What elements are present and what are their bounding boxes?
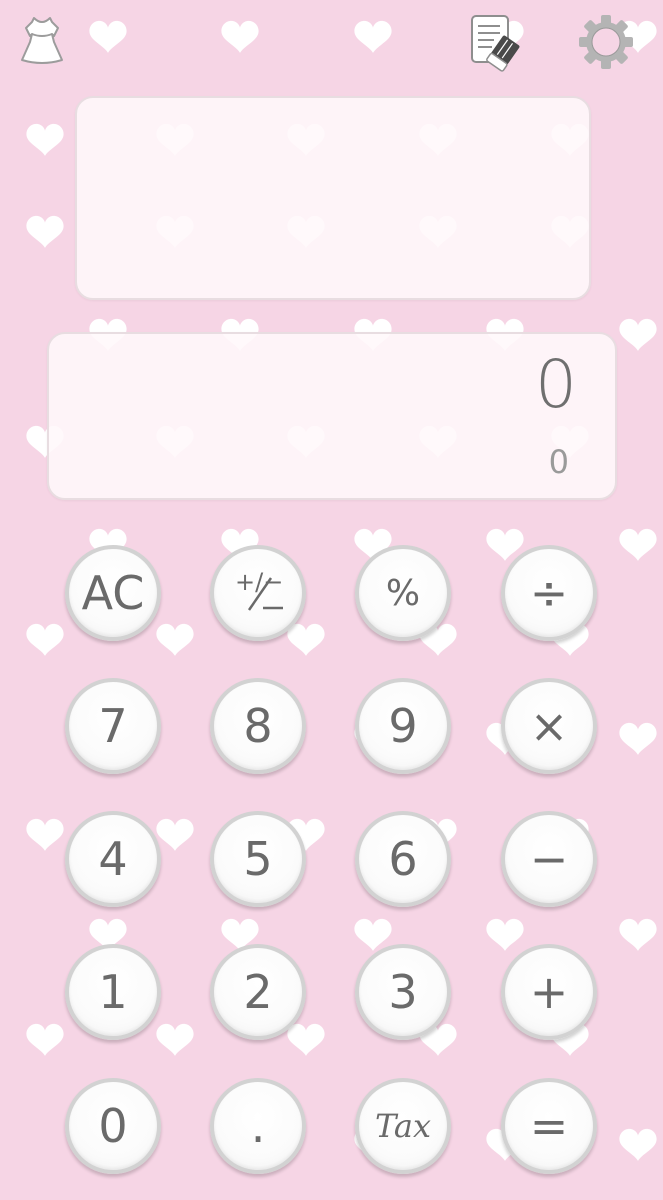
heart-decoration bbox=[26, 123, 64, 156]
heart-decoration bbox=[26, 818, 64, 851]
add-button[interactable]: + bbox=[501, 944, 597, 1040]
heart-decoration bbox=[89, 20, 127, 53]
heart-decoration bbox=[156, 818, 194, 851]
heart-decoration bbox=[221, 20, 259, 53]
heart-decoration bbox=[156, 623, 194, 656]
heart-decoration bbox=[619, 722, 657, 755]
clear-history-button[interactable] bbox=[462, 12, 520, 72]
heart-decoration bbox=[486, 918, 524, 951]
theme-dress-button[interactable] bbox=[14, 12, 70, 68]
subtract-button[interactable]: − bbox=[501, 811, 597, 907]
heart-decoration bbox=[619, 1128, 657, 1161]
display-sub-value: 0 bbox=[548, 443, 569, 481]
heart-decoration bbox=[619, 918, 657, 951]
divide-button[interactable]: ÷ bbox=[501, 545, 597, 641]
heart-decoration bbox=[287, 623, 325, 656]
heart-decoration bbox=[619, 528, 657, 561]
heart-decoration bbox=[619, 318, 657, 351]
display-panel: 0 0 bbox=[47, 332, 617, 500]
sign-toggle-button[interactable]: +/− bbox=[210, 545, 306, 641]
digit-8-button[interactable]: 8 bbox=[210, 678, 306, 774]
settings-button[interactable] bbox=[578, 14, 634, 70]
digit-0-button[interactable]: 0 bbox=[65, 1078, 161, 1174]
decimal-point-button[interactable]: . bbox=[210, 1078, 306, 1174]
heart-decoration bbox=[287, 1023, 325, 1056]
clear-button[interactable]: AC bbox=[65, 545, 161, 641]
digit-7-button[interactable]: 7 bbox=[65, 678, 161, 774]
digit-3-button[interactable]: 3 bbox=[355, 944, 451, 1040]
percent-button[interactable]: % bbox=[355, 545, 451, 641]
heart-decoration bbox=[156, 1023, 194, 1056]
digit-9-button[interactable]: 9 bbox=[355, 678, 451, 774]
heart-decoration bbox=[26, 1023, 64, 1056]
tax-button[interactable]: Tax bbox=[355, 1078, 451, 1174]
digit-5-button[interactable]: 5 bbox=[210, 811, 306, 907]
display-value: 0 bbox=[535, 346, 577, 423]
gear-icon bbox=[579, 15, 633, 69]
history-panel bbox=[75, 96, 591, 300]
heart-decoration bbox=[26, 623, 64, 656]
equals-button[interactable]: = bbox=[501, 1078, 597, 1174]
digit-6-button[interactable]: 6 bbox=[355, 811, 451, 907]
multiply-button[interactable]: × bbox=[501, 678, 597, 774]
heart-decoration bbox=[354, 20, 392, 53]
heart-decoration bbox=[26, 215, 64, 248]
digit-4-button[interactable]: 4 bbox=[65, 811, 161, 907]
plus-minus-icon: +/− bbox=[235, 568, 283, 611]
dress-icon bbox=[21, 17, 63, 64]
digit-1-button[interactable]: 1 bbox=[65, 944, 161, 1040]
clear-history-icon bbox=[471, 15, 520, 72]
digit-2-button[interactable]: 2 bbox=[210, 944, 306, 1040]
plus-minus-symbol: +/− bbox=[235, 568, 283, 596]
